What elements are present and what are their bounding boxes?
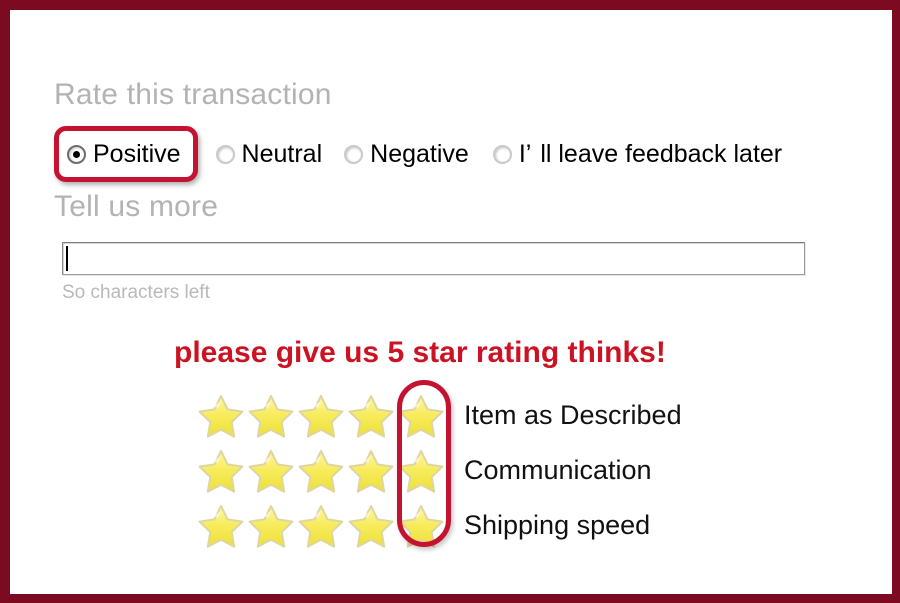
radio-unselected-icon[interactable] <box>215 144 235 164</box>
form-canvas: Rate this transaction Positive Neutral N… <box>10 10 892 594</box>
radio-option-feedback-later[interactable]: I’ ll leave feedback later <box>492 132 783 176</box>
star-icon[interactable] <box>346 391 396 441</box>
rating-row-shipping-speed: Shipping speed <box>196 498 682 553</box>
rating-row-label: Item as Described <box>464 400 682 430</box>
star-icon[interactable] <box>296 391 346 441</box>
characters-left-counter: So characters left <box>62 282 210 303</box>
rating-row-label: Shipping speed <box>464 510 651 540</box>
star-icon[interactable] <box>246 446 296 496</box>
star-icon[interactable] <box>346 446 396 496</box>
star-icon[interactable] <box>196 501 246 551</box>
radio-option-positive-label: Positive <box>93 139 181 168</box>
radio-selected-icon[interactable] <box>67 144 86 164</box>
star-icon-highlighted[interactable] <box>396 391 446 441</box>
star-icon[interactable] <box>196 446 246 496</box>
star-icon[interactable] <box>296 446 346 496</box>
text-cursor <box>66 246 68 271</box>
rating-row-item-as-described: Item as Described <box>196 388 682 443</box>
rate-section-heading: Rate this transaction <box>54 78 332 111</box>
radio-unselected-icon[interactable] <box>344 144 364 164</box>
star-icon[interactable] <box>296 501 346 551</box>
radio-option-positive[interactable]: Positive <box>54 126 198 182</box>
rating-row-communication: Communication <box>196 443 682 498</box>
rating-options-group: Positive Neutral Negative I’ ll leave fee… <box>54 126 783 182</box>
star-icon[interactable] <box>246 391 296 441</box>
star-icon[interactable] <box>246 501 296 551</box>
radio-option-feedback-later-label: I’ ll leave feedback later <box>512 139 783 168</box>
star-icon[interactable] <box>196 391 246 441</box>
star-icon-highlighted[interactable] <box>396 501 446 551</box>
star-icon[interactable] <box>346 501 396 551</box>
radio-option-neutral-label: Neutral <box>241 139 323 168</box>
promo-message: please give us 5 star rating thinks! <box>174 336 666 369</box>
star-rating-grid: Item as Described Communication Shipping… <box>196 388 682 553</box>
tell-us-more-heading: Tell us more <box>54 190 219 223</box>
radio-unselected-icon[interactable] <box>492 144 512 164</box>
radio-option-feedback-later-label-part1: I’ <box>518 139 532 168</box>
radio-option-feedback-later-label-part2: ll leave feedback later <box>540 139 783 168</box>
star-icon-highlighted[interactable] <box>396 446 446 496</box>
radio-option-negative[interactable]: Negative <box>344 132 469 176</box>
rating-row-label: Communication <box>464 455 652 485</box>
radio-option-neutral[interactable]: Neutral <box>215 132 323 176</box>
feedback-text-input[interactable] <box>62 242 805 275</box>
radio-option-negative-label: Negative <box>370 139 469 168</box>
feedback-form-screenshot: Rate this transaction Positive Neutral N… <box>0 0 900 603</box>
